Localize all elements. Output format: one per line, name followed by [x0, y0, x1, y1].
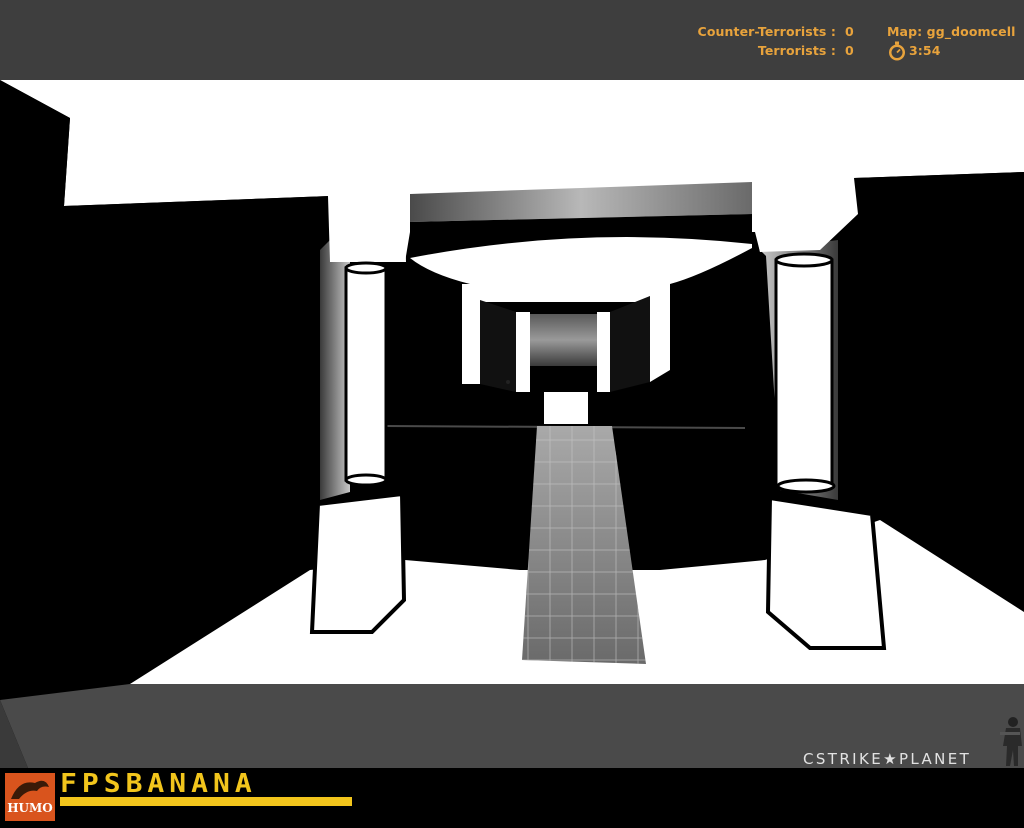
fpsbanana-logo: FPSBANANA — [60, 768, 257, 799]
soldier-figure-icon — [1000, 717, 1022, 766]
game-viewport[interactable]: Counter-Terrorists : 0 Terrorists : 0 Ma… — [0, 0, 1024, 828]
game-scene — [0, 0, 1024, 828]
terrorists-score: 0 — [845, 43, 854, 58]
hud-scoreboard: Counter-Terrorists : 0 Terrorists : 0 Ma… — [0, 0, 1024, 80]
pillar-right — [774, 258, 834, 488]
fpsbanana-underline — [60, 797, 352, 806]
humo-label: HUMO — [7, 801, 53, 815]
counter-terrorists-label: Counter-Terrorists : — [697, 24, 836, 39]
counter-terrorists-score: 0 — [845, 24, 854, 39]
map-name: Map: gg_doomcell — [887, 24, 1016, 39]
pillar-left — [344, 266, 388, 482]
cstrike-planet-watermark: CSTRIKE★PLANET — [803, 750, 972, 768]
stopwatch-icon — [889, 41, 905, 61]
round-timer: 3:54 — [909, 43, 941, 58]
humo-bird-icon — [11, 780, 49, 799]
skybox-window — [530, 314, 597, 366]
terrorists-label: Terrorists : — [757, 43, 836, 58]
